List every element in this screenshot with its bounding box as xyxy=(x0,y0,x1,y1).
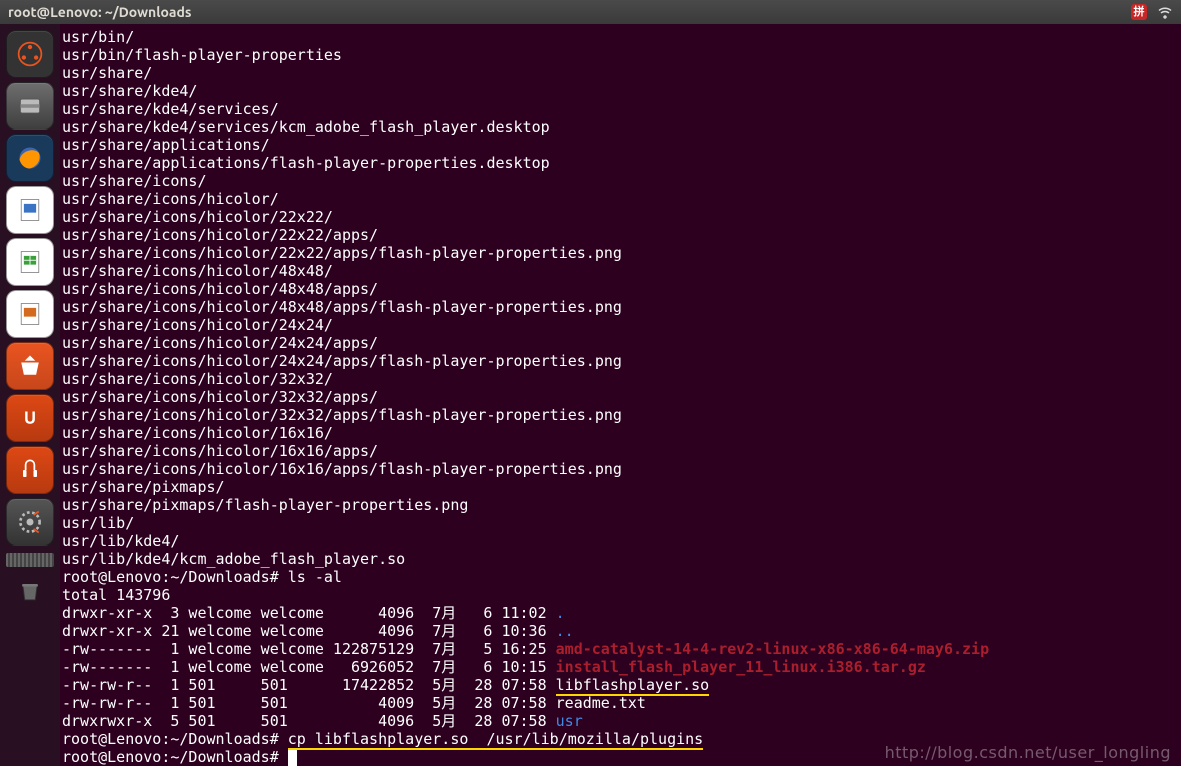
terminal-line: usr/share/icons/hicolor/48x48/apps/flash… xyxy=(62,298,1180,316)
libreoffice-impress-icon[interactable] xyxy=(6,290,54,338)
terminal-line: usr/share/applications/ xyxy=(62,136,1180,154)
terminal-line: usr/share/icons/hicolor/32x32/ xyxy=(62,370,1180,388)
terminal-line: usr/share/icons/hicolor/24x24/apps/ xyxy=(62,334,1180,352)
terminal-line: usr/share/icons/hicolor/16x16/apps/flash… xyxy=(62,460,1180,478)
terminal-line: usr/share/icons/hicolor/22x22/apps/ xyxy=(62,226,1180,244)
wifi-icon[interactable] xyxy=(1157,4,1173,20)
terminal-line: usr/bin/ xyxy=(62,28,1180,46)
terminal-line: usr/share/icons/hicolor/16x16/ xyxy=(62,424,1180,442)
ls-row: -rw------- 1 welcome welcome 6926052 7月 … xyxy=(62,658,1180,676)
terminal-cursor xyxy=(288,750,297,766)
trash-icon[interactable] xyxy=(6,574,54,608)
terminal-line: total 143796 xyxy=(62,586,1180,604)
terminal-line: usr/share/icons/hicolor/48x48/ xyxy=(62,262,1180,280)
terminal-line: usr/lib/kde4/ xyxy=(62,532,1180,550)
terminal-line: usr/share/kde4/ xyxy=(62,82,1180,100)
terminal-line: usr/share/icons/hicolor/32x32/apps/flash… xyxy=(62,406,1180,424)
system-settings-icon[interactable] xyxy=(6,498,54,546)
ubuntuone-icon[interactable]: U xyxy=(6,394,54,442)
window-titlebar: root@Lenovo: ~/Downloads 拼 xyxy=(0,0,1181,24)
terminal-line: usr/share/icons/ xyxy=(62,172,1180,190)
system-tray: 拼 xyxy=(1131,4,1173,20)
ls-row: -rw-rw-r-- 1 501 501 17422852 5月 28 07:5… xyxy=(62,676,1180,694)
terminal-line: usr/bin/flash-player-properties xyxy=(62,46,1180,64)
terminal-output[interactable]: usr/bin/usr/bin/flash-player-propertiesu… xyxy=(60,24,1181,766)
terminal-line: usr/share/icons/hicolor/24x24/ xyxy=(62,316,1180,334)
terminal-line: usr/share/pixmaps/flash-player-propertie… xyxy=(62,496,1180,514)
ls-row: drwxrwxr-x 5 501 501 4096 5月 28 07:58 us… xyxy=(62,712,1180,730)
ubuntuone-music-icon[interactable] xyxy=(6,446,54,494)
terminal-line: usr/share/icons/hicolor/16x16/apps/ xyxy=(62,442,1180,460)
window-title: root@Lenovo: ~/Downloads xyxy=(8,4,1131,20)
software-center-icon[interactable] xyxy=(6,342,54,390)
dash-button[interactable] xyxy=(6,30,54,78)
svg-text:U: U xyxy=(24,408,36,427)
terminal-line: usr/share/pixmaps/ xyxy=(62,478,1180,496)
workspace-switcher-icon[interactable] xyxy=(6,550,54,570)
terminal-line: usr/share/icons/hicolor/22x22/ xyxy=(62,208,1180,226)
terminal-line: usr/share/icons/hicolor/ xyxy=(62,190,1180,208)
terminal-line: usr/share/icons/hicolor/24x24/apps/flash… xyxy=(62,352,1180,370)
watermark-text: http://blog.csdn.net/user_longling xyxy=(885,743,1171,762)
firefox-icon[interactable] xyxy=(6,134,54,182)
ls-row: -rw-rw-r-- 1 501 501 4009 5月 28 07:58 re… xyxy=(62,694,1180,712)
terminal-line: usr/share/kde4/services/kcm_adobe_flash_… xyxy=(62,118,1180,136)
terminal-line: usr/share/applications/flash-player-prop… xyxy=(62,154,1180,172)
ls-row: -rw------- 1 welcome welcome 122875129 7… xyxy=(62,640,1180,658)
unity-launcher: U xyxy=(0,24,60,766)
files-app-icon[interactable] xyxy=(6,82,54,130)
ls-row: drwxr-xr-x 3 welcome welcome 4096 7月 6 1… xyxy=(62,604,1180,622)
terminal-line: usr/share/icons/hicolor/32x32/apps/ xyxy=(62,388,1180,406)
ime-pinyin-icon[interactable]: 拼 xyxy=(1131,4,1147,20)
terminal-line: usr/lib/ xyxy=(62,514,1180,532)
terminal-line: usr/lib/kde4/kcm_adobe_flash_player.so xyxy=(62,550,1180,568)
terminal-line: root@Lenovo:~/Downloads# ls -al xyxy=(62,568,1180,586)
terminal-line: usr/share/icons/hicolor/48x48/apps/ xyxy=(62,280,1180,298)
terminal-line: usr/share/ xyxy=(62,64,1180,82)
terminal-line: usr/share/kde4/services/ xyxy=(62,100,1180,118)
ls-row: drwxr-xr-x 21 welcome welcome 4096 7月 6 … xyxy=(62,622,1180,640)
terminal-line: usr/share/icons/hicolor/22x22/apps/flash… xyxy=(62,244,1180,262)
libreoffice-writer-icon[interactable] xyxy=(6,186,54,234)
libreoffice-calc-icon[interactable] xyxy=(6,238,54,286)
